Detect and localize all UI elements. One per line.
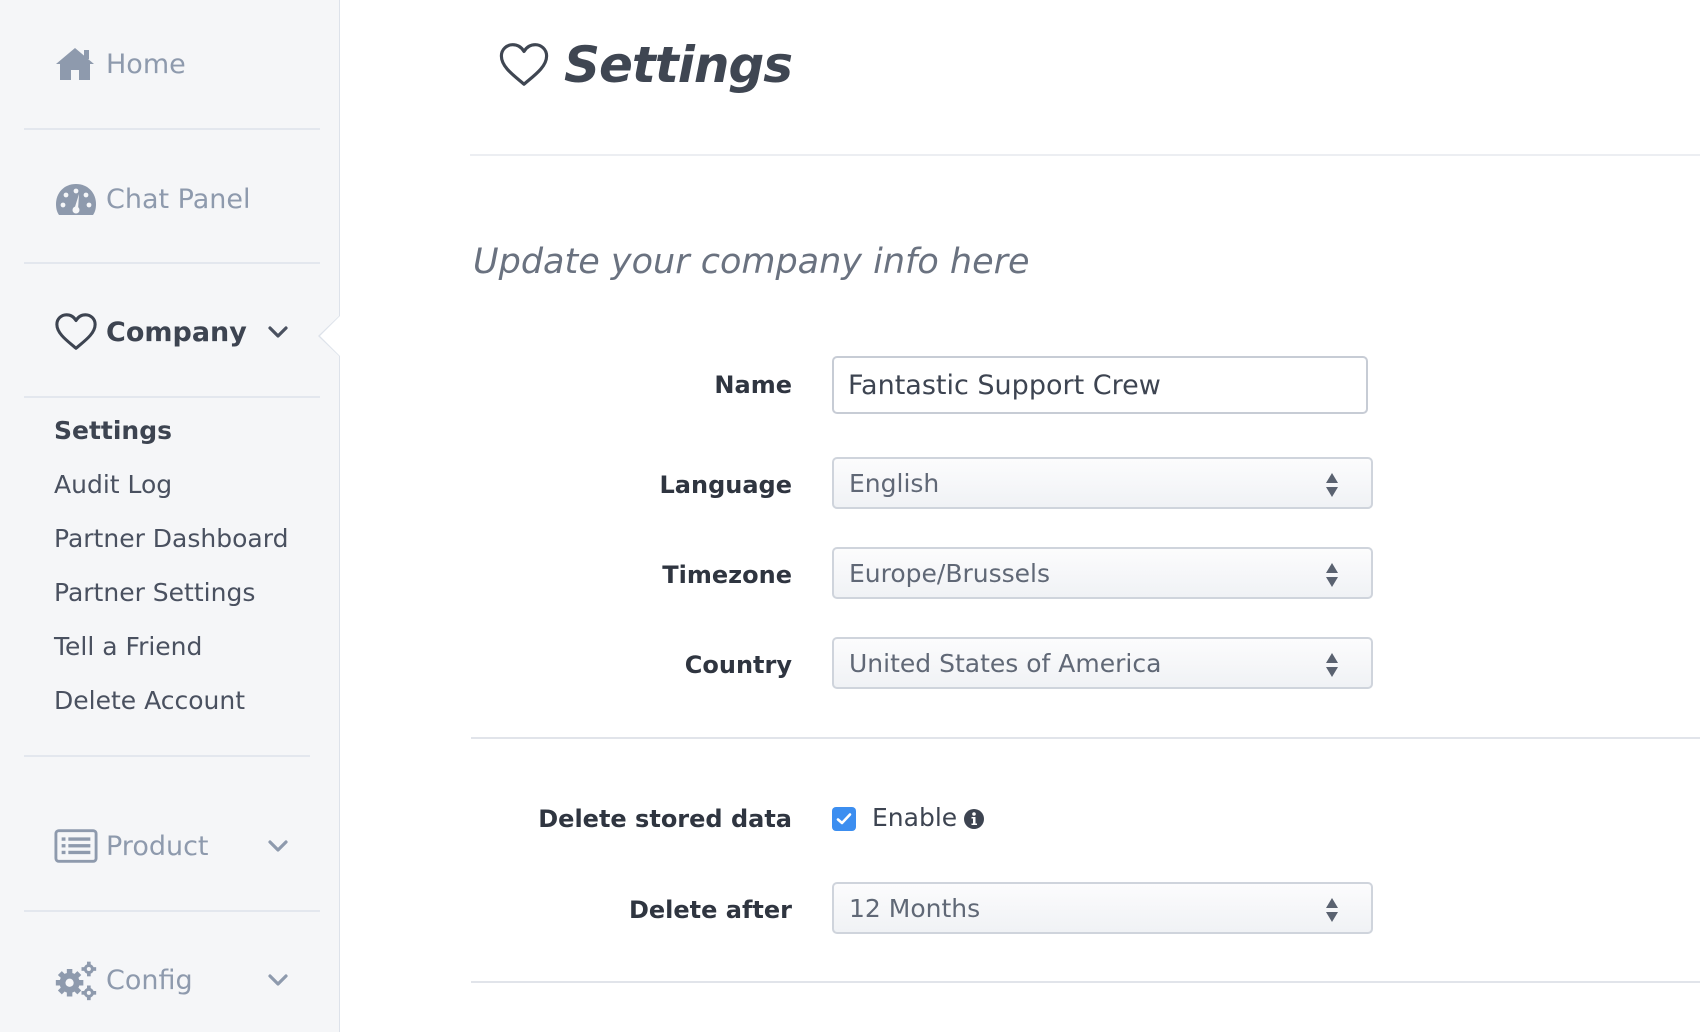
heart-icon xyxy=(499,43,549,86)
section-divider xyxy=(471,981,1700,983)
page-subtitle: Update your company info here xyxy=(473,242,1030,282)
sidebar-divider xyxy=(24,755,310,757)
country-label: Country xyxy=(684,651,792,679)
chevron-down-icon[interactable] xyxy=(267,838,289,857)
nav-label-product: Product xyxy=(106,830,209,862)
chevron-down-icon[interactable] xyxy=(267,324,289,343)
select-arrows-icon xyxy=(1325,562,1339,592)
submenu-item-delete-account[interactable]: Delete Account xyxy=(54,686,245,715)
nav-label-chat-panel: Chat Panel xyxy=(106,183,251,215)
sidebar-divider xyxy=(24,262,320,264)
delete-after-select[interactable]: 12 Months xyxy=(832,882,1373,934)
timezone-select[interactable]: Europe/Brussels xyxy=(832,547,1373,599)
delete-after-label: Delete after xyxy=(628,896,792,924)
delete-stored-data-label: Delete stored data xyxy=(538,805,792,833)
name-label: Name xyxy=(714,371,792,399)
page-title: Settings xyxy=(564,36,793,94)
nav-item-home[interactable]: Home xyxy=(54,36,304,92)
dashboard-gauge-icon xyxy=(54,179,98,219)
gears-icon xyxy=(54,960,98,1001)
sidebar-divider xyxy=(24,128,320,130)
country-select[interactable]: United States of America xyxy=(832,637,1373,689)
header-divider xyxy=(470,154,1700,156)
select-arrows-icon xyxy=(1325,472,1339,502)
name-input[interactable] xyxy=(832,356,1368,414)
timezone-select-value: Europe/Brussels xyxy=(849,558,1051,588)
nav-item-product[interactable]: Product xyxy=(54,818,304,874)
nav-label-home: Home xyxy=(106,48,186,80)
nav-item-chat-panel[interactable]: Chat Panel xyxy=(54,171,304,227)
page-header: Settings xyxy=(498,36,793,94)
enable-checkbox[interactable] xyxy=(832,807,856,831)
sidebar: Home Chat Panel Company Settings Audit L… xyxy=(0,0,340,1032)
list-icon xyxy=(54,826,98,866)
language-select-value: English xyxy=(849,468,940,498)
submenu-item-tell-a-friend[interactable]: Tell a Friend xyxy=(54,632,202,661)
submenu-item-partner-dashboard[interactable]: Partner Dashboard xyxy=(54,524,288,553)
enable-label[interactable]: Enable xyxy=(872,803,957,832)
section-divider xyxy=(471,737,1700,739)
country-select-value: United States of America xyxy=(849,648,1162,678)
timezone-label: Timezone xyxy=(662,561,792,589)
select-arrows-icon xyxy=(1325,897,1339,927)
select-arrows-icon xyxy=(1325,652,1339,682)
checkmark-icon xyxy=(836,813,852,825)
chevron-down-icon[interactable] xyxy=(267,972,289,991)
heart-icon xyxy=(54,312,98,352)
nav-item-company[interactable]: Company xyxy=(54,304,304,360)
nav-label-company: Company xyxy=(106,316,247,348)
nav-label-config: Config xyxy=(106,964,193,996)
active-section-pointer xyxy=(318,315,340,357)
nav-item-config[interactable]: Config xyxy=(54,952,304,1008)
submenu-item-partner-settings[interactable]: Partner Settings xyxy=(54,578,255,607)
language-label: Language xyxy=(659,471,793,499)
sidebar-divider xyxy=(24,396,320,398)
submenu-item-audit-log[interactable]: Audit Log xyxy=(54,470,172,499)
submenu-item-settings[interactable]: Settings xyxy=(54,416,172,445)
info-icon[interactable] xyxy=(963,808,985,834)
home-icon xyxy=(54,44,98,84)
language-select[interactable]: English xyxy=(832,457,1373,509)
delete-after-select-value: 12 Months xyxy=(849,893,981,923)
sidebar-divider xyxy=(24,910,320,912)
